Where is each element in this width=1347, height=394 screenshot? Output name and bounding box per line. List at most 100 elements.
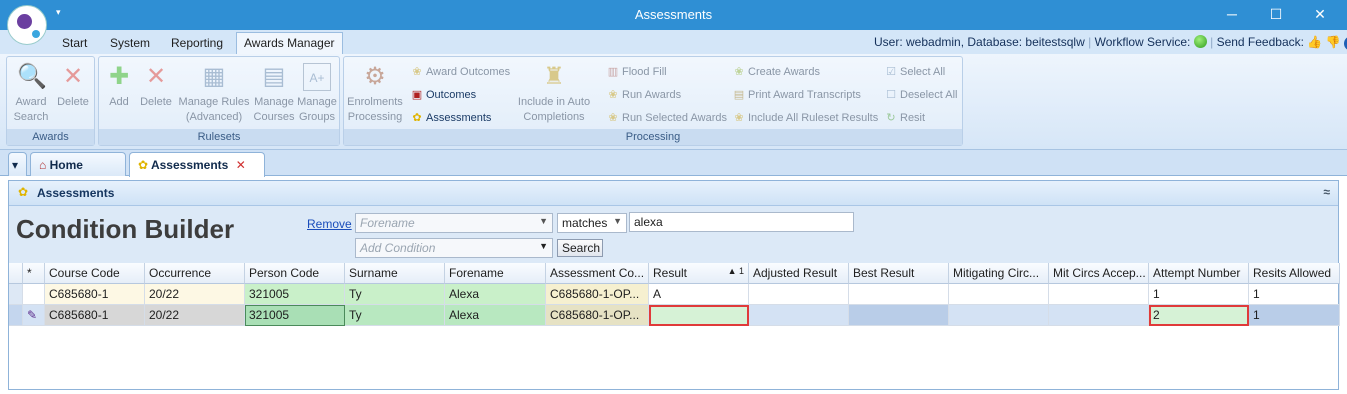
flood-fill-button[interactable]: ▥ Flood Fill xyxy=(606,65,667,78)
thumbs-up-icon[interactable]: 👍 xyxy=(1307,35,1322,49)
add-condition-select[interactable]: Add Condition ▼ xyxy=(355,238,553,258)
award-delete-label: Delete xyxy=(57,96,89,108)
tab-system[interactable]: System xyxy=(110,36,150,50)
cell-course-code[interactable]: C685680-1 xyxy=(45,305,145,326)
cell-resits-allowed[interactable]: 1 xyxy=(1249,284,1340,305)
maximize-button[interactable]: ☐ xyxy=(1266,4,1286,24)
cell-person-code[interactable]: 321005 xyxy=(245,284,345,305)
cell-best-result[interactable] xyxy=(849,305,949,326)
column-header-resits-allowed[interactable]: Resits Allowed xyxy=(1249,263,1340,284)
cell-mitigating-circ[interactable] xyxy=(949,284,1049,305)
tab-home[interactable]: ⌂ Home xyxy=(30,152,126,176)
cell-course-code[interactable]: C685680-1 xyxy=(45,284,145,305)
add-ruleset-button[interactable]: ✚ Add xyxy=(101,63,137,110)
column-header-best-result[interactable]: Best Result xyxy=(849,263,949,284)
column-header-adjusted-result[interactable]: Adjusted Result xyxy=(749,263,849,284)
tab-list-dropdown[interactable]: ▾ xyxy=(8,152,27,176)
row-indicator[interactable] xyxy=(9,305,23,326)
gear-icon: ⚙ xyxy=(364,63,386,90)
minimize-button[interactable]: ─ xyxy=(1222,4,1242,24)
home-icon: ⌂ xyxy=(39,158,47,172)
resit-button[interactable]: ↻ Resit xyxy=(884,111,925,124)
tab-awards-manager[interactable]: Awards Manager xyxy=(236,32,343,56)
assessments-ribbon-button[interactable]: ✿ Assessments xyxy=(410,111,491,124)
column-header-attempt-number[interactable]: Attempt Number xyxy=(1149,263,1249,284)
cell-occurrence[interactable]: 20/22 xyxy=(145,284,245,305)
condition-field-select[interactable]: Forename ▼ xyxy=(355,213,553,233)
column-header-forename[interactable]: Forename xyxy=(445,263,546,284)
manage-rules-button[interactable]: ▦ Manage Rules (Advanced) xyxy=(175,63,253,125)
cell-resits-allowed[interactable]: 1 xyxy=(1249,305,1340,326)
close-tab-icon[interactable]: ✕ xyxy=(236,158,246,172)
close-window-button[interactable]: ✕ xyxy=(1310,4,1330,24)
include-auto-completions-button[interactable]: ♜ Include in Auto Completions xyxy=(512,63,596,125)
award-search-button[interactable]: 🔍 Award Search xyxy=(11,63,51,125)
thumbs-down-icon[interactable]: 👎 xyxy=(1326,35,1341,49)
column-header-result[interactable]: Result ▲ 1 xyxy=(649,263,749,284)
row-indicator[interactable] xyxy=(9,284,23,305)
chevron-down-icon: ▼ xyxy=(613,216,622,226)
resit-icon: ↻ xyxy=(886,112,896,124)
cell-person-code[interactable]: 321005 xyxy=(245,305,345,326)
app-logo-icon[interactable] xyxy=(7,5,47,45)
processing-group: ⚙ Enrolments Processing ❀ Award Outcomes ▣… xyxy=(343,56,963,146)
cell-forename[interactable]: Alexa xyxy=(445,284,546,305)
cell-occurrence[interactable]: 20/22 xyxy=(145,305,245,326)
column-header-course-code[interactable]: Course Code xyxy=(45,263,145,284)
condition-value-input[interactable]: alexa xyxy=(629,212,854,232)
cell-attempt-number-highlighted[interactable]: 2 xyxy=(1149,305,1249,326)
column-header-occurrence[interactable]: Occurrence xyxy=(145,263,245,284)
run-selected-label: Run Selected Awards xyxy=(622,112,727,124)
tab-start[interactable]: Start xyxy=(62,36,87,50)
deselect-all-label: Deselect All xyxy=(900,89,958,101)
table-row[interactable]: C685680-1 20/22 321005 Ty Alexa C685680-… xyxy=(9,284,1340,305)
cell-forename[interactable]: Alexa xyxy=(445,305,546,326)
operator-select[interactable]: matches ▼ xyxy=(557,213,627,233)
window-title: Assessments xyxy=(634,7,713,22)
cell-surname[interactable]: Ty xyxy=(345,305,445,326)
award-icon: ❀ xyxy=(412,66,422,78)
award-delete-button[interactable]: ✕ Delete xyxy=(53,63,93,110)
outcomes-button[interactable]: ▣ Outcomes xyxy=(410,88,476,101)
table-row-selected[interactable]: ✎ C685680-1 20/22 321005 Ty Alexa C68568… xyxy=(9,305,1340,326)
select-all-button[interactable]: ☑ Select All xyxy=(884,65,945,78)
cell-mit-circs-accep[interactable] xyxy=(1049,305,1149,326)
awards-group-label: Awards xyxy=(7,129,94,145)
column-header-person-code[interactable]: Person Code xyxy=(245,263,345,284)
column-header-mitigating-circ[interactable]: Mitigating Circ... xyxy=(949,263,1049,284)
delete-ruleset-button[interactable]: ✕ Delete xyxy=(137,63,175,110)
manage-groups-button[interactable]: A+ Manage Groups xyxy=(295,63,339,125)
tab-assessments[interactable]: ✿ Assessments ✕ xyxy=(129,152,265,177)
column-header-assessment-code[interactable]: Assessment Co... xyxy=(546,263,649,284)
cell-adjusted-result[interactable] xyxy=(749,284,849,305)
cell-result[interactable]: A xyxy=(649,284,749,305)
cell-mit-circs-accep[interactable] xyxy=(1049,284,1149,305)
column-header-mit-circs-accep[interactable]: Mit Circs Accep... xyxy=(1049,263,1149,284)
search-button[interactable]: Search xyxy=(557,239,603,257)
rulesets-group-label: Rulesets xyxy=(99,129,339,145)
cell-adjusted-result[interactable] xyxy=(749,305,849,326)
run-selected-awards-button[interactable]: ❀ Run Selected Awards xyxy=(606,111,727,124)
cell-result-highlighted[interactable] xyxy=(649,305,749,326)
column-header-star[interactable]: * xyxy=(23,263,45,284)
cell-surname[interactable]: Ty xyxy=(345,284,445,305)
run-selected-icon: ❀ xyxy=(608,112,618,124)
collapse-panel-icon[interactable]: ≈ xyxy=(1323,185,1330,199)
cell-best-result[interactable] xyxy=(849,284,949,305)
cell-assessment-code[interactable]: C685680-1-OP... xyxy=(546,284,649,305)
print-transcripts-button[interactable]: ▤ Print Award Transcripts xyxy=(732,88,861,101)
run-awards-button[interactable]: ❀ Run Awards xyxy=(606,88,681,101)
award-outcomes-button[interactable]: ❀ Award Outcomes xyxy=(410,65,510,78)
remove-condition-link[interactable]: Remove xyxy=(307,217,352,231)
column-header-surname[interactable]: Surname xyxy=(345,263,445,284)
enrolments-processing-button[interactable]: ⚙ Enrolments Processing xyxy=(346,63,404,125)
manage-courses-button[interactable]: ▤ Manage Courses xyxy=(251,63,297,125)
tab-reporting[interactable]: Reporting xyxy=(171,36,223,50)
cell-assessment-code[interactable]: C685680-1-OP... xyxy=(546,305,649,326)
deselect-all-button[interactable]: ☐ Deselect All xyxy=(884,88,957,101)
create-awards-button[interactable]: ❀ Create Awards xyxy=(732,65,820,78)
include-all-ruleset-button[interactable]: ❀ Include All Ruleset Results xyxy=(732,111,878,124)
cell-attempt-number[interactable]: 1 xyxy=(1149,284,1249,305)
title-bar: ▾ Assessments ─ ☐ ✕ xyxy=(0,0,1347,30)
cell-mitigating-circ[interactable] xyxy=(949,305,1049,326)
